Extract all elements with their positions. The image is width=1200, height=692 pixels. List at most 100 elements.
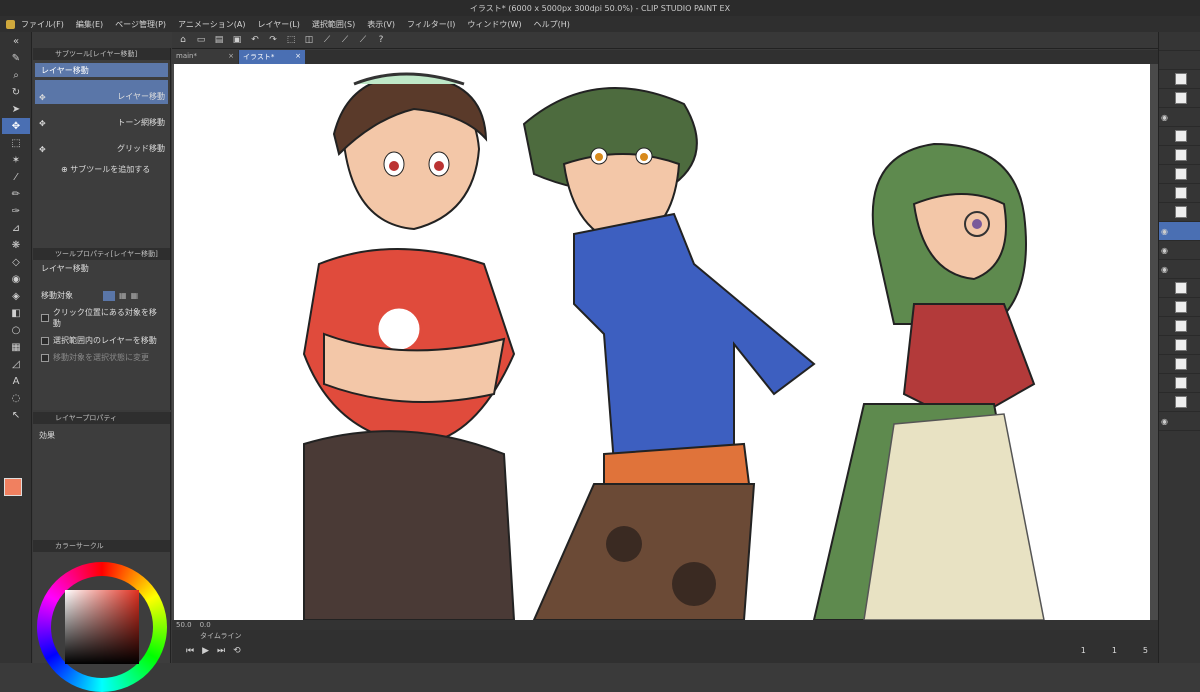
subtool-item-tone-move[interactable]: ✥ トーン網移動 [35,106,168,130]
checkbox[interactable] [41,353,49,362]
layer-row[interactable] [1159,298,1200,317]
snap-grid-icon[interactable]: ⟋ [338,34,352,46]
eye-icon[interactable]: ◉ [1161,246,1168,255]
gradient-icon[interactable]: ◧ [2,305,30,321]
brush-icon[interactable]: ✑ [2,203,30,219]
add-subtool-button[interactable]: ⊕ サブツールを追加する [33,164,170,175]
fill-icon[interactable]: ◈ [2,288,30,304]
rotate-icon[interactable]: ↻ [2,84,30,100]
menu-help[interactable]: ヘルプ(H) [534,19,570,30]
saturation-square[interactable] [65,590,139,664]
snap-perspective-icon[interactable]: ⟋ [356,34,370,46]
next-frame-icon[interactable]: ⏭ [217,646,225,656]
layer-row[interactable] [1159,127,1200,146]
subtool-item-layer-move[interactable]: ✥ レイヤー移動 [35,80,168,104]
save-icon[interactable]: ▣ [230,34,244,46]
layer-row[interactable] [1159,165,1200,184]
canvas-area[interactable] [172,64,1158,620]
menu-page[interactable]: ページ管理(P) [115,19,166,30]
layer-row-active[interactable]: ◉ [1159,222,1200,241]
layer-row[interactable] [1159,279,1200,298]
menu-view[interactable]: 表示(V) [367,19,395,30]
eye-icon[interactable]: ◉ [1161,113,1168,122]
layer-row[interactable] [1159,146,1200,165]
artboard[interactable] [174,64,1150,620]
deselect-icon[interactable]: ◫ [302,34,316,46]
open-icon[interactable]: ▤ [212,34,226,46]
layer-row[interactable]: ◉ [1159,260,1200,279]
option-row-click[interactable]: クリック位置にある対象を移動 [33,304,170,332]
target-label: 移動対象 [41,291,73,300]
tab-main[interactable]: main* × [172,50,238,64]
layer-row[interactable] [1159,70,1200,89]
object-icon[interactable]: ➤ [2,101,30,117]
eye-icon[interactable]: ◉ [1161,265,1168,274]
layer-row[interactable] [1159,393,1200,412]
pen-icon[interactable]: ✎ [2,50,30,66]
layer-row[interactable] [1159,203,1200,222]
menu-filter[interactable]: フィルター(I) [407,19,455,30]
checkbox[interactable] [41,314,49,322]
close-icon[interactable]: × [228,52,234,62]
redo-icon[interactable]: ↷ [266,34,280,46]
tab-illust[interactable]: イラスト* × [239,50,305,64]
snap-ruler-icon[interactable]: ⟋ [320,34,334,46]
menu-selection[interactable]: 選択範囲(S) [312,19,355,30]
figure-icon[interactable]: ○ [2,322,30,338]
collapse-icon[interactable]: « [2,33,30,49]
balloon-icon[interactable]: ◌ [2,390,30,406]
new-icon[interactable]: ▭ [194,34,208,46]
menu-window[interactable]: ウィンドウ(W) [467,19,521,30]
transform-icon[interactable]: ⬚ [284,34,298,46]
close-icon[interactable]: × [295,52,301,62]
layer-row[interactable] [1159,355,1200,374]
magic-wand-icon[interactable]: ✶ [2,152,30,168]
eyedropper-icon[interactable]: ⁄ [2,169,30,185]
layer-row[interactable] [1159,374,1200,393]
correct-line-icon[interactable]: ↖ [2,407,30,423]
airbrush-icon[interactable]: ⊿ [2,220,30,236]
angle-value[interactable]: 0.0 [200,621,211,629]
checkbox[interactable] [41,336,49,345]
character-left [302,72,516,620]
undo-icon[interactable]: ↶ [248,34,262,46]
eye-icon[interactable]: ◉ [1161,417,1168,426]
blend-icon[interactable]: ◉ [2,271,30,287]
move-layer-icon[interactable]: ✥ [2,118,30,134]
help-icon[interactable]: ? [374,34,388,46]
menu-edit[interactable]: 編集(E) [76,19,103,30]
home-icon[interactable]: ⌂ [176,34,190,46]
eye-icon[interactable]: ◉ [1161,227,1168,236]
text-icon[interactable]: A [2,373,30,389]
layer-row[interactable]: ◉ [1159,412,1200,431]
layer-row[interactable] [1159,317,1200,336]
target-layer-icon[interactable] [103,290,115,301]
layer-row[interactable] [1159,184,1200,203]
main-color-swatch[interactable] [4,478,22,496]
target-tone-icon[interactable]: ▦ [119,291,127,300]
selection-icon[interactable]: ⬚ [2,135,30,151]
target-grid-icon[interactable]: ▦ [131,291,139,300]
first-frame-icon[interactable]: ⏮ [186,646,194,656]
menu-layer[interactable]: レイヤー(L) [257,19,299,30]
subtool-group-tab[interactable]: レイヤー移動 [35,63,168,77]
color-wheel[interactable] [37,562,167,692]
menu-animation[interactable]: アニメーション(A) [178,19,245,30]
layer-row[interactable]: ◉ [1159,241,1200,260]
zoom-icon[interactable]: ⌕ [2,67,30,83]
ruler-icon[interactable]: ◿ [2,356,30,372]
eraser-icon[interactable]: ◇ [2,254,30,270]
frame-icon[interactable]: ▦ [2,339,30,355]
menu-file[interactable]: ファイル(F) [21,19,64,30]
play-icon[interactable]: ▶ [202,646,209,656]
option-row-select-state[interactable]: 移動対象を選択状態に変更 [33,349,170,366]
layer-row[interactable] [1159,89,1200,108]
option-row-selection[interactable]: 選択範囲内のレイヤーを移動 [33,332,170,349]
subtool-item-grid-move[interactable]: ✥ グリッド移動 [35,132,168,156]
layer-row[interactable] [1159,336,1200,355]
pencil-icon[interactable]: ✏ [2,186,30,202]
layer-row[interactable]: ◉ [1159,108,1200,127]
zoom-value[interactable]: 50.0 [176,621,192,629]
decoration-icon[interactable]: ❋ [2,237,30,253]
loop-icon[interactable]: ⟲ [233,646,241,656]
